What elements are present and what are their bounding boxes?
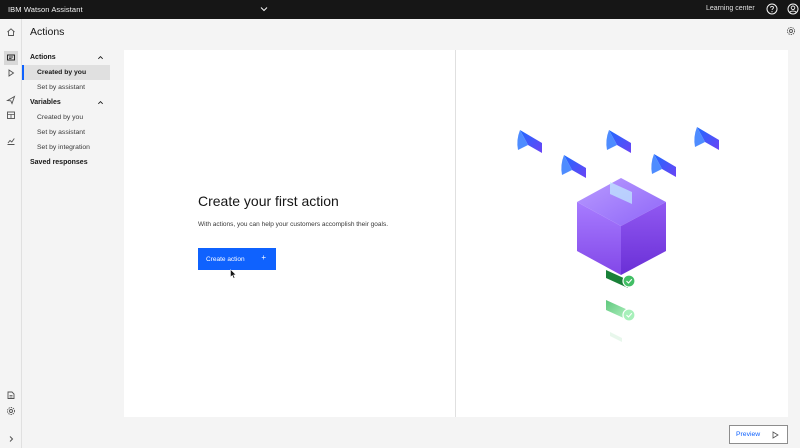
publish-icon[interactable] [4, 93, 18, 107]
preview-label: Preview [736, 431, 761, 438]
user-icon[interactable] [787, 3, 799, 15]
nav-item-variables-set-by-assistant[interactable]: Set by assistant [22, 125, 110, 140]
learning-center-link[interactable]: Learning center [706, 5, 755, 12]
nav-section-label: Variables [30, 99, 61, 106]
chat-bubble-icon [561, 155, 586, 178]
checkmark-bubble-icon [606, 300, 636, 322]
empty-state-title: Create your first action [198, 193, 339, 209]
integrations-icon[interactable] [4, 108, 18, 122]
chat-bubble-icon [694, 127, 719, 150]
nav-section-label: Actions [30, 54, 56, 61]
chevron-down-icon[interactable] [259, 4, 269, 14]
nav-item-variables-created-by-you[interactable]: Created by you [22, 110, 110, 125]
nav-section-actions[interactable]: Actions [22, 50, 110, 65]
preview-play-icon[interactable] [4, 66, 18, 80]
play-icon [772, 431, 779, 439]
side-nav: Actions Created by you Set by assistant … [22, 50, 110, 170]
empty-state-description: With actions, you can help your customer… [198, 221, 389, 228]
app-title[interactable]: IBM Watson Assistant [8, 5, 83, 14]
mouse-cursor-icon [230, 269, 237, 279]
chevron-up-icon[interactable] [97, 54, 104, 61]
home-icon[interactable] [4, 25, 18, 39]
panel-divider [455, 50, 456, 417]
document-icon[interactable] [4, 388, 18, 402]
page-title: Actions [30, 26, 65, 38]
help-icon[interactable] [766, 3, 778, 15]
purple-cube [577, 178, 666, 275]
plus-icon: + [261, 253, 266, 262]
nav-section-saved-responses[interactable]: Saved responses [22, 155, 110, 170]
chat-bubble-icon [606, 130, 631, 153]
actions-icon[interactable] [4, 51, 18, 65]
settings-icon[interactable] [4, 404, 18, 418]
nav-item-actions-created-by-you[interactable]: Created by you [22, 65, 110, 80]
top-bar: IBM Watson Assistant Learning center [0, 0, 800, 19]
chat-bubble-icon [517, 130, 542, 153]
expand-icon[interactable] [4, 432, 18, 446]
settings-gear-icon[interactable] [786, 26, 796, 36]
create-action-label: Create action [206, 255, 245, 263]
chat-bubble-icon [651, 154, 676, 177]
cube-illustration [517, 127, 719, 342]
nav-section-variables[interactable]: Variables [22, 95, 110, 110]
nav-item-actions-set-by-assistant[interactable]: Set by assistant [22, 80, 110, 95]
analytics-icon[interactable] [4, 134, 18, 148]
nav-item-variables-set-by-integration[interactable]: Set by integration [22, 140, 110, 155]
left-rail [0, 19, 22, 448]
chevron-up-icon[interactable] [97, 99, 104, 106]
create-action-button[interactable]: Create action + [198, 248, 276, 270]
preview-button[interactable]: Preview [729, 425, 788, 444]
